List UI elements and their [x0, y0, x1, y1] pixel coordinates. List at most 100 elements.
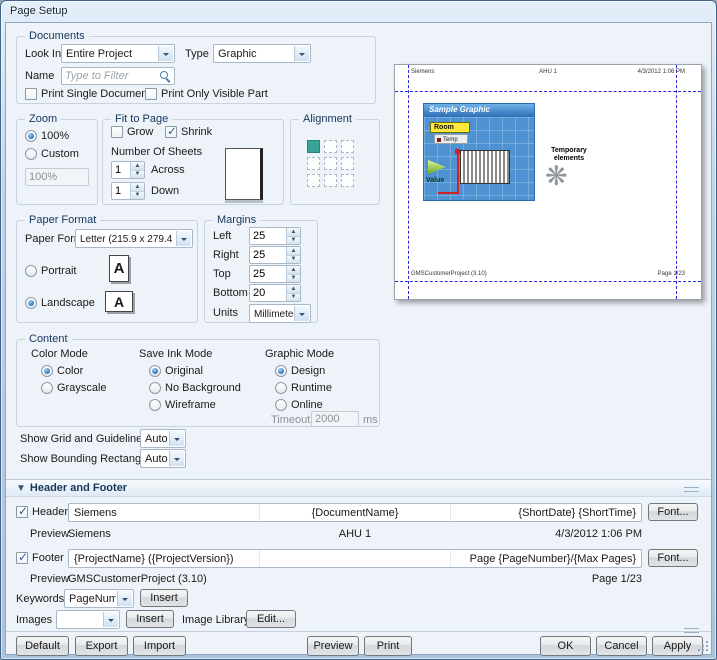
alignment-cell[interactable]	[324, 157, 337, 170]
footer-center-text[interactable]	[259, 550, 450, 567]
zoom-100-radio[interactable]: 100%	[25, 130, 69, 142]
alignment-cell[interactable]	[324, 174, 337, 187]
default-button[interactable]: Default	[16, 636, 69, 656]
timeout-input[interactable]	[312, 412, 358, 426]
alignment-cell[interactable]	[341, 157, 354, 170]
runtime-radio[interactable]: Runtime	[275, 382, 332, 394]
chevron-down-icon	[169, 451, 184, 466]
zoom-custom-input[interactable]	[26, 169, 88, 185]
color-radio[interactable]: Color	[41, 365, 83, 377]
name-filter-input[interactable]	[62, 68, 174, 84]
landscape-radio[interactable]: Landscape	[25, 297, 95, 309]
wireframe-radio[interactable]: Wireframe	[149, 399, 216, 411]
show-bounding-select[interactable]: Auto	[140, 449, 186, 468]
ok-button[interactable]: OK	[540, 636, 591, 656]
footer-font-button[interactable]: Font...	[648, 549, 698, 567]
spinner-up-icon[interactable]: ▲	[286, 247, 300, 256]
footer-right-text[interactable]: Page {PageNumber}/{Max Pages}	[450, 550, 641, 567]
grayscale-radio[interactable]: Grayscale	[41, 382, 107, 394]
portrait-radio[interactable]: Portrait	[25, 265, 76, 277]
spinner-buttons[interactable]: ▲▼	[130, 183, 144, 199]
apply-button[interactable]: Apply	[652, 636, 703, 656]
paper-form-select[interactable]: Letter (215.9 x 279.4 mm)	[75, 229, 193, 248]
print-only-visible-checkbox[interactable]: Print Only Visible Part	[145, 88, 268, 100]
margin-bottom-label: Bottom	[213, 287, 248, 299]
spinner-up-icon[interactable]: ▲	[286, 285, 300, 294]
export-button-label: Export	[86, 640, 118, 652]
print-button[interactable]: Print	[364, 636, 412, 656]
margins-group: Margins Left ▲▼ Right ▲▼ Top ▲▼ Bottom ▲…	[204, 220, 318, 323]
header-font-button[interactable]: Font...	[648, 503, 698, 521]
units-select[interactable]: Millimeters	[249, 304, 311, 323]
spinner-up-icon[interactable]: ▲	[130, 183, 144, 192]
margin-bottom-spinner[interactable]: ▲▼	[249, 284, 301, 302]
keywords-insert-button[interactable]: Insert	[140, 589, 188, 607]
print-single-documents-checkbox[interactable]: Print Single Documents	[25, 88, 156, 100]
no-background-radio[interactable]: No Background	[149, 382, 241, 394]
header-center-text[interactable]: {DocumentName}	[259, 504, 450, 521]
alignment-cell[interactable]	[324, 140, 337, 153]
alignment-cell[interactable]	[307, 157, 320, 170]
spinner-buttons[interactable]: ▲▼	[130, 162, 144, 178]
spinner-buttons[interactable]: ▲▼	[286, 285, 300, 301]
online-radio[interactable]: Online	[275, 399, 323, 411]
image-library-edit-button[interactable]: Edit...	[246, 610, 296, 628]
no-background-label: No Background	[165, 382, 241, 394]
footer-left-text[interactable]: {ProjectName} ({ProjectVersion})	[69, 550, 259, 567]
spinner-up-icon[interactable]: ▲	[286, 228, 300, 237]
spinner-down-icon[interactable]: ▼	[130, 171, 144, 179]
keywords-select[interactable]: PageNumber	[64, 589, 134, 608]
resize-grip[interactable]	[697, 640, 708, 651]
footer-preview-right: Page 1/23	[355, 573, 642, 587]
section-grip[interactable]	[684, 487, 699, 492]
alignment-cell[interactable]	[341, 140, 354, 153]
original-radio[interactable]: Original	[149, 365, 203, 377]
print-single-documents-label: Print Single Documents	[41, 88, 156, 100]
spinner-buttons[interactable]: ▲▼	[286, 266, 300, 282]
cancel-button[interactable]: Cancel	[596, 636, 647, 656]
grow-checkbox[interactable]: Grow	[111, 126, 153, 138]
margin-right-spinner[interactable]: ▲▼	[249, 246, 301, 264]
radio-dot	[275, 365, 287, 377]
header-checkbox[interactable]: Header	[16, 506, 68, 518]
spinner-buttons[interactable]: ▲▼	[286, 247, 300, 263]
spinner-up-icon[interactable]: ▲	[286, 266, 300, 275]
shrink-checkbox[interactable]: Shrink	[165, 126, 212, 138]
sheets-across-spinner[interactable]: ▲▼	[111, 161, 145, 179]
search-icon[interactable]	[160, 71, 171, 82]
images-select[interactable]	[56, 610, 120, 629]
alignment-cell[interactable]	[341, 174, 354, 187]
bottom-grip[interactable]	[684, 628, 699, 633]
timeout-label: Timeout	[271, 414, 310, 426]
import-button[interactable]: Import	[133, 636, 186, 656]
spinner-down-icon[interactable]: ▼	[286, 294, 300, 302]
type-select[interactable]: Graphic	[213, 44, 311, 63]
images-insert-button[interactable]: Insert	[126, 610, 174, 628]
footer-checkbox[interactable]: Footer	[16, 552, 64, 564]
alignment-cell[interactable]	[307, 174, 320, 187]
footer-text-field[interactable]: {ProjectName} ({ProjectVersion}) Page {P…	[68, 549, 642, 568]
preview-button[interactable]: Preview	[307, 636, 359, 656]
header-and-footer-section-toggle[interactable]: ▼Header and Footer	[6, 479, 711, 497]
spinner-up-icon[interactable]: ▲	[130, 162, 144, 171]
fan-icon: ❋	[545, 163, 568, 190]
design-radio[interactable]: Design	[275, 365, 325, 377]
header-left-text[interactable]: Siemens	[69, 504, 259, 521]
margin-left-spinner[interactable]: ▲▼	[249, 227, 301, 245]
margin-top-spinner[interactable]: ▲▼	[249, 265, 301, 283]
show-grid-label: Show Grid and Guidelines	[20, 433, 148, 445]
zoom-custom-radio[interactable]: Custom	[25, 148, 79, 160]
header-right-text[interactable]: {ShortDate} {ShortTime}	[450, 504, 641, 521]
look-in-select[interactable]: Entire Project	[61, 44, 175, 63]
spinner-buttons[interactable]: ▲▼	[286, 228, 300, 244]
header-text-field[interactable]: Siemens {DocumentName} {ShortDate} {Shor…	[68, 503, 642, 522]
export-button[interactable]: Export	[75, 636, 128, 656]
spinner-down-icon[interactable]: ▼	[286, 256, 300, 264]
title-bar[interactable]: Page Setup	[1, 1, 716, 22]
spinner-down-icon[interactable]: ▼	[286, 237, 300, 245]
sheets-down-spinner[interactable]: ▲▼	[111, 182, 145, 200]
spinner-down-icon[interactable]: ▼	[130, 192, 144, 200]
spinner-down-icon[interactable]: ▼	[286, 275, 300, 283]
show-grid-select[interactable]: Auto	[140, 429, 186, 448]
alignment-cell[interactable]	[307, 140, 320, 153]
